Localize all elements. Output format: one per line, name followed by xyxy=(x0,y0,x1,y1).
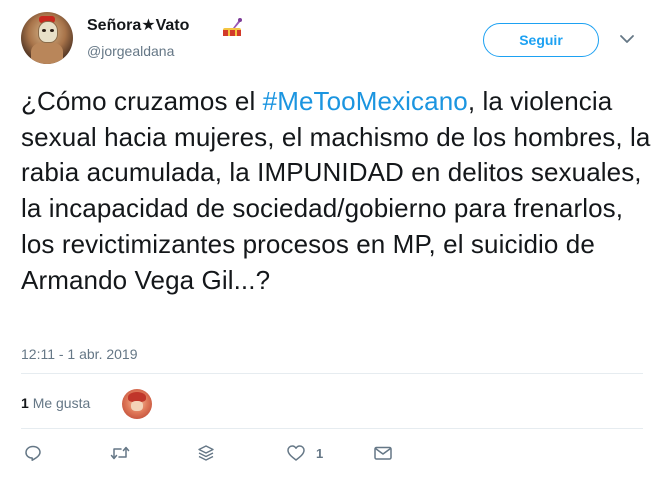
likes-count: 1 xyxy=(21,395,29,411)
display-name[interactable]: Señora★Vato xyxy=(87,15,189,35)
avatar[interactable] xyxy=(21,12,73,64)
like-count: 1 xyxy=(316,445,324,461)
reply-button[interactable] xyxy=(24,440,52,466)
follow-button[interactable]: Seguir xyxy=(483,23,599,57)
avatar-mask xyxy=(38,21,58,43)
envelope-icon xyxy=(374,446,392,460)
tweet-text-after: , la violencia sexual hacia mujeres, el … xyxy=(21,86,651,295)
tweet-timestamp[interactable]: 12:11 - 1 abr. 2019 xyxy=(21,346,138,362)
flexed-arm-emoji-icon xyxy=(223,18,242,36)
layers-icon xyxy=(198,445,214,461)
like-button[interactable]: 1 xyxy=(286,440,323,466)
retweet-icon xyxy=(110,446,130,460)
likes-summary[interactable]: 1 Me gusta xyxy=(21,395,90,411)
tweet-action-bar: 1 xyxy=(0,440,666,466)
heart-icon xyxy=(287,445,305,461)
avatar-torso xyxy=(31,42,63,64)
user-handle[interactable]: @jorgealdana xyxy=(87,43,174,59)
tweet-text-before: ¿Cómo cruzamos el xyxy=(21,86,263,116)
hashtag-link[interactable]: #MeTooMexicano xyxy=(263,86,468,116)
divider-bottom xyxy=(21,428,643,429)
direct-message-button[interactable] xyxy=(373,440,393,466)
liker-avatar[interactable] xyxy=(122,389,152,419)
layers-button[interactable] xyxy=(197,440,215,466)
chevron-down-icon[interactable] xyxy=(618,32,636,46)
tweet-text: ¿Cómo cruzamos el #MeTooMexicano, la vio… xyxy=(21,84,651,298)
retweet-button[interactable] xyxy=(110,440,140,466)
reply-icon xyxy=(25,445,41,461)
likes-label: Me gusta xyxy=(32,395,91,411)
divider-top xyxy=(21,373,643,374)
